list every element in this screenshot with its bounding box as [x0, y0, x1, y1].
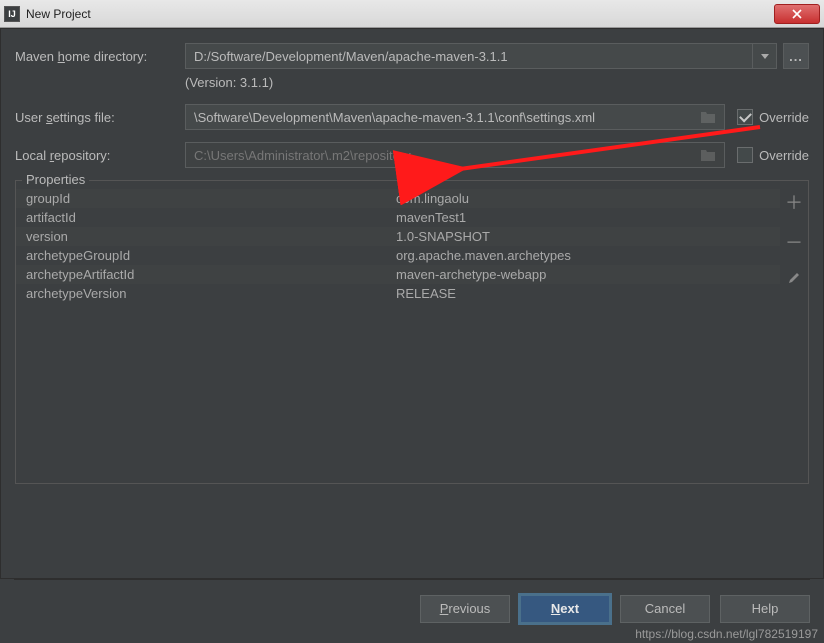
cancel-button[interactable]: Cancel: [620, 595, 710, 623]
property-value: maven-archetype-webapp: [396, 267, 546, 282]
property-value: RELEASE: [396, 286, 456, 301]
maven-home-value: D:/Software/Development/Maven/apache-mav…: [194, 49, 508, 64]
maven-home-input[interactable]: D:/Software/Development/Maven/apache-mav…: [185, 43, 753, 69]
remove-property-button[interactable]: －: [785, 229, 803, 255]
property-key: archetypeArtifactId: [26, 267, 396, 282]
folder-icon: [700, 148, 716, 162]
property-key: groupId: [26, 191, 396, 206]
next-button[interactable]: Next: [520, 595, 610, 623]
close-button[interactable]: [774, 4, 820, 24]
properties-title: Properties: [22, 172, 89, 187]
close-icon: [792, 9, 802, 19]
properties-tools: ＋ －: [780, 181, 808, 483]
maven-home-browse-button[interactable]: ...: [783, 43, 809, 69]
app-icon: IJ: [4, 6, 20, 22]
user-settings-input[interactable]: \Software\Development\Maven\apache-maven…: [185, 104, 725, 130]
override-label: Override: [759, 110, 809, 125]
local-repo-value: C:\Users\Administrator\.m2\repository: [194, 148, 411, 163]
local-repo-row: Local repository: C:\Users\Administrator…: [15, 142, 809, 168]
local-repo-input[interactable]: C:\Users\Administrator\.m2\repository: [185, 142, 725, 168]
maven-version-text: (Version: 3.1.1): [185, 75, 809, 90]
user-settings-label: User settings file:: [15, 110, 185, 125]
property-key: artifactId: [26, 210, 396, 225]
property-value: com.lingaolu: [396, 191, 469, 206]
user-settings-value: \Software\Development\Maven\apache-maven…: [194, 110, 595, 125]
user-settings-override-checkbox[interactable]: [737, 109, 753, 125]
titlebar: IJ New Project: [0, 0, 824, 28]
table-row[interactable]: groupIdcom.lingaolu: [16, 189, 780, 208]
local-repo-label: Local repository:: [15, 148, 185, 163]
user-settings-override[interactable]: Override: [737, 109, 809, 125]
local-repo-override-checkbox[interactable]: [737, 147, 753, 163]
table-row[interactable]: archetypeArtifactIdmaven-archetype-webap…: [16, 265, 780, 284]
table-row[interactable]: version1.0-SNAPSHOT: [16, 227, 780, 246]
user-settings-row: User settings file: \Software\Developmen…: [15, 104, 809, 130]
help-button[interactable]: Help: [720, 595, 810, 623]
properties-table[interactable]: groupIdcom.lingaoluartifactIdmavenTest1v…: [16, 181, 780, 483]
folder-icon: [700, 110, 716, 124]
table-row[interactable]: archetypeGroupIdorg.apache.maven.archety…: [16, 246, 780, 265]
pencil-icon: [787, 271, 801, 285]
property-key: archetypeGroupId: [26, 248, 396, 263]
property-key: archetypeVersion: [26, 286, 396, 301]
properties-panel: Properties groupIdcom.lingaoluartifactId…: [15, 180, 809, 484]
property-value: mavenTest1: [396, 210, 466, 225]
table-row[interactable]: archetypeVersionRELEASE: [16, 284, 780, 303]
property-value: 1.0-SNAPSHOT: [396, 229, 490, 244]
maven-home-label: Maven home directory:: [15, 49, 185, 64]
property-key: version: [26, 229, 396, 244]
window-title: New Project: [26, 7, 91, 21]
local-repo-override[interactable]: Override: [737, 147, 809, 163]
watermark: https://blog.csdn.net/lgl782519197: [635, 627, 818, 641]
property-value: org.apache.maven.archetypes: [396, 248, 571, 263]
edit-property-button[interactable]: [787, 269, 801, 290]
button-bar: Previous Next Cancel Help: [14, 579, 810, 627]
add-property-button[interactable]: ＋: [785, 189, 803, 215]
chevron-down-icon: [761, 54, 769, 59]
table-row[interactable]: artifactIdmavenTest1: [16, 208, 780, 227]
dialog-content: Maven home directory: D:/Software/Develo…: [0, 28, 824, 579]
previous-button[interactable]: Previous: [420, 595, 510, 623]
maven-home-row: Maven home directory: D:/Software/Develo…: [15, 43, 809, 69]
override-label: Override: [759, 148, 809, 163]
maven-home-dropdown[interactable]: [753, 43, 777, 69]
